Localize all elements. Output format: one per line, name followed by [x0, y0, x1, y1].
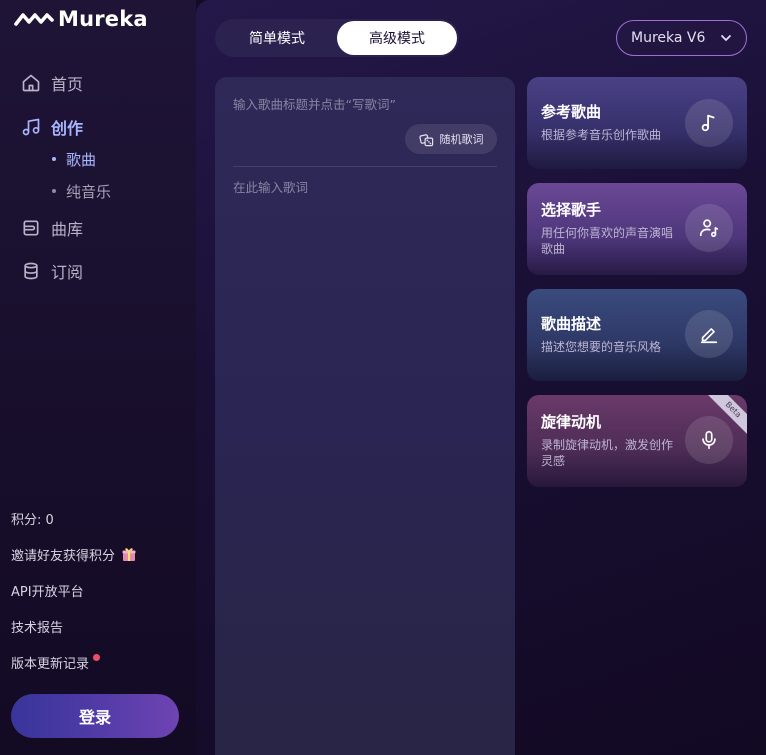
points-text: 积分: 0	[11, 512, 54, 528]
sub-item-instrumental[interactable]: 纯音乐	[52, 181, 111, 201]
reference-song-card[interactable]: 参考歌曲 根据参考音乐创作歌曲	[527, 77, 747, 169]
logo-text: Mureka	[58, 7, 148, 31]
sidebar: Mureka 首页 创作 歌曲 纯音乐 曲库 订阅 积分: 0 邀请好友获得积分…	[0, 0, 196, 755]
nav-item-library[interactable]: 曲库	[20, 216, 83, 240]
dice-icon	[418, 133, 433, 146]
card-title: 参考歌曲	[541, 103, 602, 121]
melody-motif-card[interactable]: 旋律动机 录制旋律动机，激发创作灵感 Beta	[527, 395, 747, 487]
nav-label-create: 创作	[51, 119, 84, 138]
api-text: API开放平台	[11, 584, 84, 600]
select-singer-card[interactable]: 选择歌手 用任何你喜欢的声音演唱歌曲	[527, 183, 747, 275]
pencil-icon	[685, 310, 733, 358]
points-display: 积分: 0	[11, 509, 54, 528]
database-icon	[20, 260, 42, 282]
logo-icon	[14, 13, 54, 26]
random-lyrics-label: 随机歌词	[439, 134, 484, 146]
main-panel: 简单模式 高级模式 Mureka V6 随机歌词 参考歌曲 根据参考音乐创作歌曲…	[196, 0, 766, 755]
microphone-icon	[685, 416, 733, 464]
random-lyrics-button[interactable]: 随机歌词	[405, 124, 497, 154]
changelog-text: 版本更新记录	[11, 656, 90, 672]
login-button[interactable]: 登录	[11, 694, 179, 738]
chevron-down-icon	[721, 35, 731, 41]
card-desc: 录制旋律动机，激发创作灵感	[541, 438, 674, 468]
library-icon	[20, 217, 42, 239]
nav-label-home: 首页	[51, 75, 84, 94]
sub-label-songs: 歌曲	[66, 150, 97, 169]
music-note-icon	[20, 116, 42, 138]
nav-label-subscribe: 订阅	[51, 263, 84, 282]
card-title: 旋律动机	[541, 413, 602, 431]
notification-dot-icon	[93, 653, 101, 661]
bullet-icon	[52, 157, 56, 161]
nav-label-library: 曲库	[51, 220, 84, 239]
song-title-input[interactable]	[233, 97, 497, 112]
api-platform-link[interactable]: API开放平台	[11, 581, 84, 600]
tech-report-link[interactable]: 技术报告	[11, 617, 64, 636]
nav-item-subscribe[interactable]: 订阅	[20, 259, 83, 283]
gift-icon	[122, 548, 136, 561]
nav-item-home[interactable]: 首页	[20, 71, 83, 95]
lyrics-editor: 随机歌词	[215, 77, 515, 755]
card-desc: 根据参考音乐创作歌曲	[541, 128, 662, 142]
singer-icon	[685, 204, 733, 252]
mode-switch: 简单模式 高级模式	[215, 19, 459, 57]
sub-item-songs[interactable]: 歌曲	[52, 149, 96, 169]
logo[interactable]: Mureka	[14, 6, 148, 32]
model-select-value: Mureka V6	[631, 30, 706, 46]
divider	[233, 166, 497, 167]
sub-label-instrumental: 纯音乐	[66, 182, 112, 201]
card-title: 选择歌手	[541, 201, 602, 219]
music-note-icon	[685, 99, 733, 147]
invite-link[interactable]: 邀请好友获得积分	[11, 545, 137, 564]
song-description-card[interactable]: 歌曲描述 描述您想要的音乐风格	[527, 289, 747, 381]
home-icon	[20, 72, 42, 94]
card-desc: 描述您想要的音乐风格	[541, 340, 662, 354]
nav-item-create[interactable]: 创作	[20, 115, 83, 139]
advanced-mode-tab[interactable]: 高级模式	[337, 21, 457, 55]
report-text: 技术报告	[11, 620, 64, 636]
bullet-icon	[52, 189, 56, 193]
simple-mode-tab[interactable]: 简单模式	[217, 21, 337, 55]
lyrics-textarea[interactable]	[233, 177, 497, 737]
changelog-link[interactable]: 版本更新记录	[11, 653, 101, 672]
card-title: 歌曲描述	[541, 315, 602, 333]
invite-text: 邀请好友获得积分	[11, 548, 116, 564]
card-desc: 用任何你喜欢的声音演唱歌曲	[541, 226, 674, 256]
model-select[interactable]: Mureka V6	[616, 20, 747, 56]
